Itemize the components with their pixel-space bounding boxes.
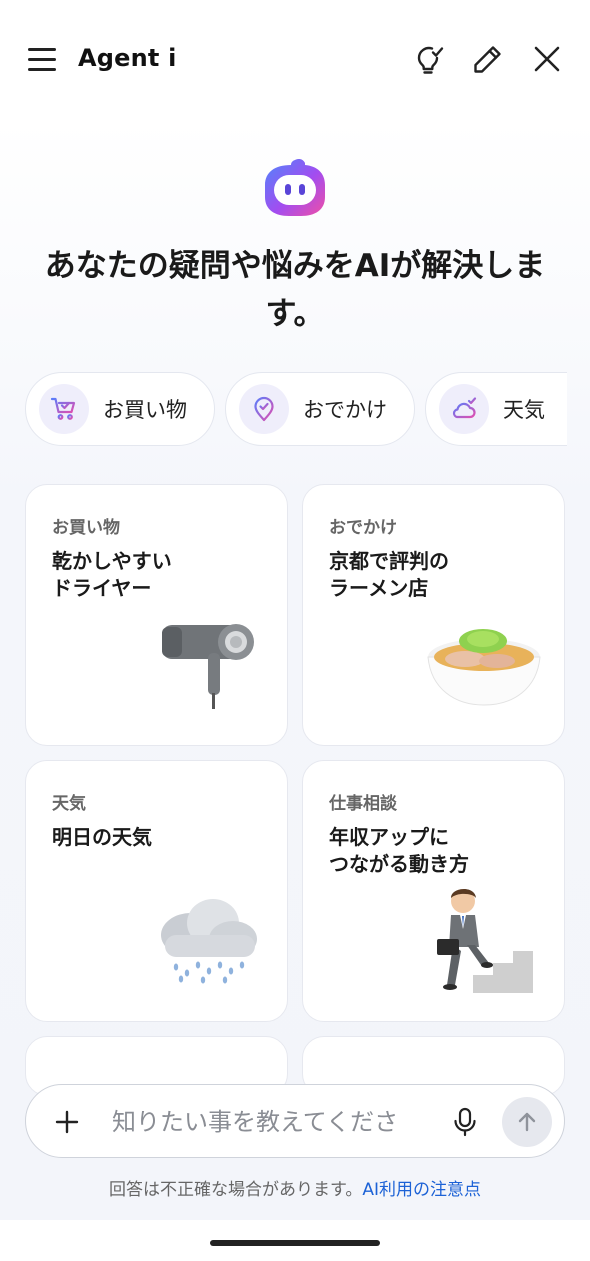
card-title-line-1: 明日の天気 [52, 825, 152, 849]
card-title-line-2: つながる動き方 [329, 852, 469, 876]
home-indicator[interactable] [210, 1240, 380, 1246]
ramen-bowl-image [425, 619, 543, 713]
ai-usage-notice-link[interactable]: AI利用の注意点 [362, 1180, 481, 1200]
category-chips: お買い物 おでかけ 天気 [0, 372, 567, 448]
chip-label: お買い物 [103, 398, 187, 422]
card-category: お買い物 [52, 518, 120, 538]
card-title: 年収アップに つながる動き方 [329, 824, 529, 878]
card-title: 京都で評判の ラーメン店 [329, 548, 529, 602]
businessman-stairs-image [433, 883, 537, 1002]
chip-label: おでかけ [303, 398, 387, 422]
card-title-line-1: 京都で評判の [329, 549, 449, 573]
suggestion-card-outing[interactable]: おでかけ 京都で評判の ラーメン店 [302, 484, 565, 746]
arrow-up-icon [518, 1112, 536, 1132]
send-button[interactable] [502, 1097, 552, 1147]
chip-weather[interactable]: 天気 [425, 372, 567, 446]
hair-dryer-image [154, 615, 264, 719]
chip-outing[interactable]: おでかけ [225, 372, 415, 446]
location-pin-icon [239, 384, 289, 434]
lightbulb-check-icon[interactable] [412, 42, 446, 76]
chat-input[interactable] [112, 1103, 412, 1141]
card-title: 乾かしやすい ドライヤー [52, 548, 252, 602]
hero-headline-line-1: あなたの疑問や悩みをAIが解決しま [44, 248, 546, 284]
card-title-line-2: ラーメン店 [329, 576, 429, 600]
card-title-line-2: ドライヤー [52, 576, 152, 600]
menu-icon[interactable] [28, 46, 56, 72]
close-icon[interactable] [530, 42, 564, 76]
disclaimer: 回答は不正確な場合があります。AI利用の注意点 [0, 1175, 590, 1200]
edit-pencil-icon[interactable] [471, 42, 505, 76]
chip-label: 天気 [503, 398, 545, 422]
card-title: 明日の天気 [52, 824, 252, 851]
microphone-icon[interactable] [450, 1106, 480, 1138]
card-category: おでかけ [329, 518, 397, 538]
card-title-line-1: 乾かしやすい [52, 549, 172, 573]
app-header: Agent i [0, 0, 590, 120]
app-title: Agent i [78, 44, 177, 72]
rain-cloud-image [151, 895, 261, 989]
suggestion-card-career[interactable]: 仕事相談 年収アップに つながる動き方 [302, 760, 565, 1022]
chip-shopping[interactable]: お買い物 [25, 372, 215, 446]
chat-input-bar [25, 1084, 565, 1158]
disclaimer-text: 回答は不正確な場合があります。 [109, 1180, 363, 1200]
hero-headline: あなたの疑問や悩みをAIが解決しま す。 [30, 242, 560, 338]
suggestion-card-weather[interactable]: 天気 明日の天気 [25, 760, 288, 1022]
hero-headline-line-2: す。 [265, 296, 325, 332]
agent-logo-icon [261, 157, 329, 219]
card-title-line-1: 年収アップに [329, 825, 449, 849]
add-attachment-button[interactable] [54, 1109, 80, 1135]
card-category: 仕事相談 [329, 794, 397, 814]
card-category: 天気 [52, 794, 86, 814]
shopping-cart-icon [39, 384, 89, 434]
suggestion-card-shopping[interactable]: お買い物 乾かしやすい ドライヤー [25, 484, 288, 746]
weather-cloud-icon [439, 384, 489, 434]
